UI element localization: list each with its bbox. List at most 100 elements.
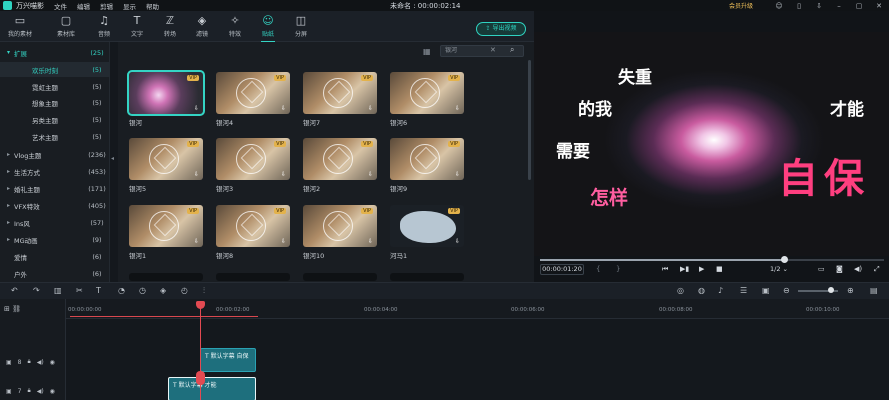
- audio-mixer-icon[interactable]: ⫶: [203, 286, 205, 296]
- sticker-thumb[interactable]: VIP ⇩: [390, 205, 464, 247]
- fullscreen-icon[interactable]: ⤢: [874, 265, 880, 274]
- tab-filters[interactable]: ◈ 滤镜: [185, 14, 219, 38]
- volume-icon[interactable]: ◀): [37, 359, 44, 366]
- category-love[interactable]: 爱情 (6): [0, 249, 110, 264]
- current-timecode[interactable]: 00:00:01:20: [540, 264, 584, 275]
- cut-icon[interactable]: ✂: [76, 286, 83, 295]
- search-icon[interactable]: ⌕: [510, 45, 514, 55]
- delete-icon[interactable]: ▥: [54, 286, 62, 295]
- step-back-icon[interactable]: ▶▮: [680, 265, 689, 273]
- title-clip[interactable]: T 默认字幕 自保: [200, 348, 256, 372]
- category-ins[interactable]: ▸ Ins风 (57): [0, 215, 110, 230]
- sticker-thumb[interactable]: VIP ⇩: [390, 72, 464, 114]
- subtitle-icon[interactable]: ☰: [740, 286, 747, 295]
- sticker-thumb[interactable]: VIP ⇩: [216, 72, 290, 114]
- snapshot-icon[interactable]: ▣: [762, 286, 770, 295]
- sticker-thumb[interactable]: [303, 273, 377, 281]
- sticker-thumb[interactable]: VIP ⇩: [390, 138, 464, 180]
- sticker-thumb[interactable]: VIP ⇩: [303, 205, 377, 247]
- category-outdoor[interactable]: 户外 (6): [0, 266, 110, 281]
- close-icon[interactable]: ✕: [869, 2, 889, 10]
- zoom-in-icon[interactable]: ⊕: [847, 286, 854, 295]
- work-area-range[interactable]: [70, 316, 258, 317]
- download-icon[interactable]: ⇩: [368, 105, 373, 112]
- prev-frame-icon[interactable]: ⏮: [662, 265, 668, 274]
- mark-out-button[interactable]: }: [616, 265, 620, 273]
- menu-file[interactable]: 文件: [54, 1, 67, 11]
- snapshot-icon[interactable]: ◙: [836, 265, 843, 273]
- tab-text[interactable]: T 文字: [120, 14, 154, 38]
- sticker-thumb[interactable]: [390, 273, 464, 281]
- category-alternative[interactable]: 另类主题 (5): [0, 112, 110, 127]
- text-edit-icon[interactable]: T: [96, 286, 101, 295]
- download-icon[interactable]: ⇩: [281, 105, 286, 112]
- crop-icon[interactable]: ◔: [118, 286, 125, 295]
- category-mg[interactable]: ▸ MG动画 (9): [0, 232, 110, 247]
- category-vfx[interactable]: ▸ VFX特效 (405): [0, 198, 110, 213]
- category-art[interactable]: 艺术主题 (5): [0, 129, 110, 144]
- download-icon[interactable]: ⇩: [281, 171, 286, 178]
- sticker-thumb[interactable]: VIP ⇩: [127, 70, 205, 116]
- eye-icon[interactable]: ◉: [50, 359, 55, 366]
- vip-upgrade-button[interactable]: 会员升级: [729, 1, 753, 10]
- export-button[interactable]: ⇪ 导出视频: [476, 22, 526, 36]
- category-neon[interactable]: 霓虹主题 (5): [0, 79, 110, 94]
- preview-zoom-select[interactable]: 1/2 ⌄: [770, 265, 788, 273]
- sticker-thumb[interactable]: VIP ⇩: [129, 205, 203, 247]
- volume-icon[interactable]: ◀): [37, 388, 44, 395]
- download-icon[interactable]: ⇩: [455, 238, 460, 245]
- menu-edit[interactable]: 编辑: [77, 1, 90, 11]
- tab-stock-media[interactable]: ▢ 素材库: [49, 14, 83, 38]
- grid-view-icon[interactable]: ▦: [423, 47, 431, 56]
- sticker-thumb[interactable]: [129, 273, 203, 281]
- download-icon[interactable]: ⇩: [194, 171, 199, 178]
- download-icon[interactable]: ⇩: [194, 238, 199, 245]
- redo-icon[interactable]: ↷: [33, 286, 40, 295]
- maximize-icon[interactable]: ▢: [849, 2, 869, 10]
- stop-icon[interactable]: ■: [716, 265, 723, 273]
- menu-help[interactable]: 帮助: [146, 1, 159, 11]
- playhead[interactable]: [200, 305, 201, 400]
- duration-icon[interactable]: ◴: [181, 286, 188, 295]
- play-icon[interactable]: ▶: [699, 265, 704, 273]
- tab-effects[interactable]: ✧ 特效: [218, 14, 252, 38]
- lock-icon[interactable]: 🔒︎: [28, 358, 31, 366]
- tab-my-media[interactable]: ▭ 我的素材: [3, 14, 37, 38]
- marker-icon[interactable]: ◍: [698, 286, 705, 295]
- tab-stickers[interactable]: ☺ 贴纸: [251, 14, 285, 43]
- category-vlog[interactable]: ▸ Vlog主题 (236): [0, 147, 110, 162]
- download-icon[interactable]: ⇩: [281, 238, 286, 245]
- timeline-zoom-knob[interactable]: [828, 287, 834, 293]
- mark-in-button[interactable]: {: [596, 265, 600, 273]
- sticker-thumb[interactable]: [216, 273, 290, 281]
- zoom-out-icon[interactable]: ⊖: [783, 286, 790, 295]
- tab-split-screen[interactable]: ◫ 分屏: [284, 14, 318, 38]
- timeline-settings-icon[interactable]: ▤: [870, 286, 878, 295]
- lock-icon[interactable]: 🔒︎: [28, 387, 31, 395]
- category-wedding[interactable]: ▸ 婚礼主题 (171): [0, 181, 110, 196]
- preview-canvas[interactable]: 失重 的我 需要 怎样 才能 自保: [534, 32, 889, 256]
- menu-clip[interactable]: 剪辑: [100, 1, 113, 11]
- progress-knob[interactable]: [781, 256, 789, 263]
- download-icon[interactable]: ⇩: [809, 2, 829, 10]
- download-icon[interactable]: ⇩: [368, 171, 373, 178]
- microphone-icon[interactable]: ♪: [718, 286, 723, 295]
- category-imagination[interactable]: 想象主题 (5): [0, 95, 110, 110]
- eye-icon[interactable]: ◉: [50, 388, 55, 395]
- sticker-thumb[interactable]: VIP ⇩: [216, 138, 290, 180]
- category-lifestyle[interactable]: ▸ 生活方式 (453): [0, 164, 110, 179]
- undo-icon[interactable]: ↶: [11, 286, 18, 295]
- title-clip[interactable]: T 默认字幕 才能: [168, 377, 256, 400]
- sticker-thumb[interactable]: VIP ⇩: [303, 138, 377, 180]
- download-icon[interactable]: ⇩: [455, 105, 460, 112]
- sticker-thumb[interactable]: VIP ⇩: [216, 205, 290, 247]
- sticker-thumb[interactable]: VIP ⇩: [303, 72, 377, 114]
- panel-collapse-icon[interactable]: ◂: [111, 155, 114, 162]
- category-expand[interactable]: ▾ 扩展 (25): [0, 45, 110, 60]
- speed-icon[interactable]: ◷: [139, 286, 146, 295]
- render-icon[interactable]: ◎: [677, 286, 684, 295]
- tab-transitions[interactable]: ℤ 转场: [153, 14, 187, 38]
- download-icon[interactable]: ⇩: [368, 238, 373, 245]
- category-happy-moments[interactable]: 欢乐时刻 (5): [0, 62, 110, 77]
- download-icon[interactable]: ⇩: [455, 171, 460, 178]
